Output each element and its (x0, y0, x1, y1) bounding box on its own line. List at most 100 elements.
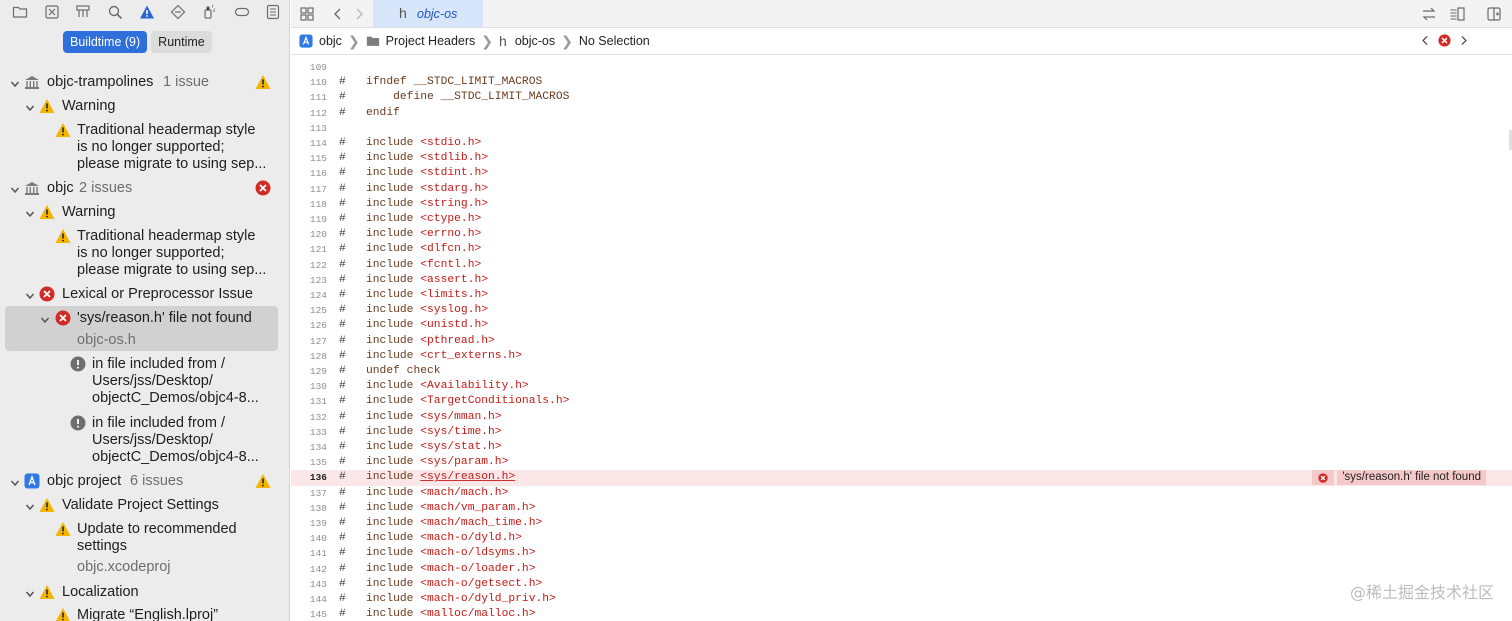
code-line[interactable]: 130 # include <Availability.h> (291, 379, 1512, 394)
breadcrumb-file[interactable]: h objc-os (499, 33, 555, 49)
issue-category-validate-settings[interactable]: Validate Project Settings (0, 496, 289, 516)
runtime-segment[interactable]: Runtime (151, 31, 212, 53)
chevron-down-icon[interactable] (25, 500, 35, 511)
forward-chevron-icon[interactable] (349, 4, 369, 24)
chevron-down-icon[interactable] (10, 476, 20, 487)
code-text: include <mach-o/loader.h> (366, 562, 535, 577)
error-icon[interactable] (1438, 34, 1451, 47)
code-line[interactable]: 126 # include <unistd.h> (291, 318, 1512, 333)
spray-icon[interactable] (194, 1, 226, 23)
line-number: 141 (309, 548, 327, 560)
code-line[interactable]: 145 # include <malloc/malloc.h> (291, 607, 1512, 621)
issue-item-sys-reason-not-found[interactable]: 'sys/reason.h' file not found objc-os.h (0, 309, 289, 349)
warning-icon[interactable] (131, 1, 163, 23)
issue-item-headermap[interactable]: Traditional headermap style is no longer… (0, 227, 289, 279)
previous-issue-icon[interactable] (1419, 34, 1432, 47)
editor-tab-objc-os[interactable]: h objc-os (373, 0, 483, 27)
issue-category-warning[interactable]: Warning (0, 97, 289, 117)
issue-group-objc-trampolines[interactable]: objc-trampolines 1 issue (0, 73, 289, 93)
report-icon[interactable] (257, 1, 289, 23)
code-line[interactable]: 143 # include <mach-o/getsect.h> (291, 577, 1512, 592)
code-line[interactable]: 118 # include <string.h> (291, 197, 1512, 212)
code-line[interactable]: 113 (291, 121, 1512, 136)
line-number: 133 (309, 426, 327, 438)
issue-note-included-from[interactable]: in file included from / Users/jss/Deskto… (0, 414, 289, 466)
line-number: 122 (309, 259, 327, 271)
back-chevron-icon[interactable] (328, 4, 348, 24)
chevron-down-icon[interactable] (25, 207, 35, 218)
code-line[interactable]: 135 # include <sys/param.h> (291, 455, 1512, 470)
code-line[interactable]: 122 # include <fcntl.h> (291, 258, 1512, 273)
hierarchy-icon[interactable] (67, 1, 99, 23)
code-line[interactable]: 112 # endif (291, 106, 1512, 121)
code-line[interactable]: 125 # include <syslog.h> (291, 303, 1512, 318)
directive-text: include (366, 137, 421, 149)
refresh-arrows-icon[interactable] (1419, 4, 1439, 24)
issue-group-objc-project[interactable]: objc project 6 issues (0, 472, 289, 492)
breadcrumb-selection[interactable]: No Selection (579, 34, 650, 48)
code-line[interactable]: 127 # include <pthread.h> (291, 334, 1512, 349)
code-line[interactable]: 138 # include <mach/vm_param.h> (291, 501, 1512, 516)
issue-item-update-settings[interactable]: Update to recommended settings objc.xcod… (0, 520, 289, 576)
close-box-icon[interactable] (36, 1, 68, 23)
line-number: 123 (309, 274, 327, 286)
diamond-icon[interactable] (162, 1, 194, 23)
code-line[interactable]: 129 # undef check (291, 364, 1512, 379)
chevron-down-icon[interactable] (10, 77, 20, 88)
code-line[interactable]: 131 # include <TargetConditionals.h> (291, 394, 1512, 409)
code-text: include <mach-o/getsect.h> (366, 577, 542, 592)
code-line[interactable]: 142 # include <mach-o/loader.h> (291, 562, 1512, 577)
chevron-down-icon[interactable] (25, 587, 35, 598)
error-message: 'sys/reason.h' file not found (1337, 470, 1486, 486)
preprocessor-hash: # (339, 501, 346, 514)
issue-item-headermap[interactable]: Traditional headermap style is no longer… (0, 121, 289, 173)
code-line[interactable]: 109 (291, 60, 1512, 75)
next-issue-icon[interactable] (1457, 34, 1470, 47)
code-line[interactable]: 144 # include <mach-o/dyld_priv.h> (291, 592, 1512, 607)
code-line[interactable]: 111 # define __STDC_LIMIT_MACROS (291, 90, 1512, 105)
preprocessor-hash: # (339, 395, 346, 408)
code-line[interactable]: 140 # include <mach-o/dyld.h> (291, 531, 1512, 546)
breadcrumb-group[interactable]: Project Headers (366, 34, 475, 48)
folder-icon[interactable] (4, 1, 36, 23)
code-line[interactable]: 133 # include <sys/time.h> (291, 425, 1512, 440)
code-line[interactable]: 116 # include <stdint.h> (291, 166, 1512, 181)
code-line[interactable]: 124 # include <limits.h> (291, 288, 1512, 303)
chevron-down-icon[interactable] (25, 101, 35, 112)
code-line[interactable]: 117 # include <stdarg.h> (291, 182, 1512, 197)
issue-category-lexical[interactable]: Lexical or Preprocessor Issue (0, 285, 289, 305)
issue-group-objc[interactable]: objc 2 issues (0, 179, 289, 199)
breadcrumb-project[interactable]: objc (299, 34, 342, 48)
code-line[interactable]: 137 # include <mach/mach.h> (291, 486, 1512, 501)
code-line[interactable]: 119 # include <ctype.h> (291, 212, 1512, 227)
code-line[interactable]: 120 # include <errno.h> (291, 227, 1512, 242)
inline-error-annotation[interactable]: 'sys/reason.h' file not found (1312, 470, 1486, 486)
tag-icon[interactable] (226, 1, 258, 23)
issue-note-included-from[interactable]: in file included from / Users/jss/Deskto… (0, 355, 289, 407)
split-editor-icon[interactable] (1484, 4, 1504, 24)
category-title: Warning (62, 204, 116, 220)
code-line[interactable]: 134 # include <sys/stat.h> (291, 440, 1512, 455)
issue-category-warning[interactable]: Warning (0, 203, 289, 223)
chevron-down-icon[interactable] (40, 313, 50, 324)
chevron-down-icon[interactable] (10, 183, 20, 194)
code-line[interactable]: 121 # include <dlfcn.h> (291, 242, 1512, 257)
code-line[interactable]: 132 # include <sys/mman.h> (291, 410, 1512, 425)
code-line[interactable]: 141 # include <mach-o/ldsyms.h> (291, 546, 1512, 561)
code-line[interactable]: 114 # include <stdio.h> (291, 136, 1512, 151)
code-line-error[interactable]: 136 # include <sys/reason.h> 'sys/reason.h'… (291, 470, 1512, 486)
issue-item-migrate-lproj[interactable]: Migrate “English.lproj” (0, 606, 289, 621)
chevron-down-icon[interactable] (25, 289, 35, 300)
buildtime-segment[interactable]: Buildtime (9) (63, 31, 148, 53)
code-line[interactable]: 123 # include <assert.h> (291, 273, 1512, 288)
search-icon[interactable] (99, 1, 131, 23)
grid-icon[interactable] (297, 4, 317, 24)
code-line[interactable]: 110 # ifndef __STDC_LIMIT_MACROS (291, 75, 1512, 90)
code-line[interactable]: 139 # include <mach/mach_time.h> (291, 516, 1512, 531)
code-line[interactable]: 115 # include <stdlib.h> (291, 151, 1512, 166)
code-line[interactable]: 128 # include <crt_externs.h> (291, 349, 1512, 364)
issue-category-localization[interactable]: Localization (0, 583, 289, 603)
warning-icon (255, 74, 271, 90)
directive-text: include (366, 501, 421, 514)
assistant-editor-icon[interactable] (1447, 4, 1467, 24)
